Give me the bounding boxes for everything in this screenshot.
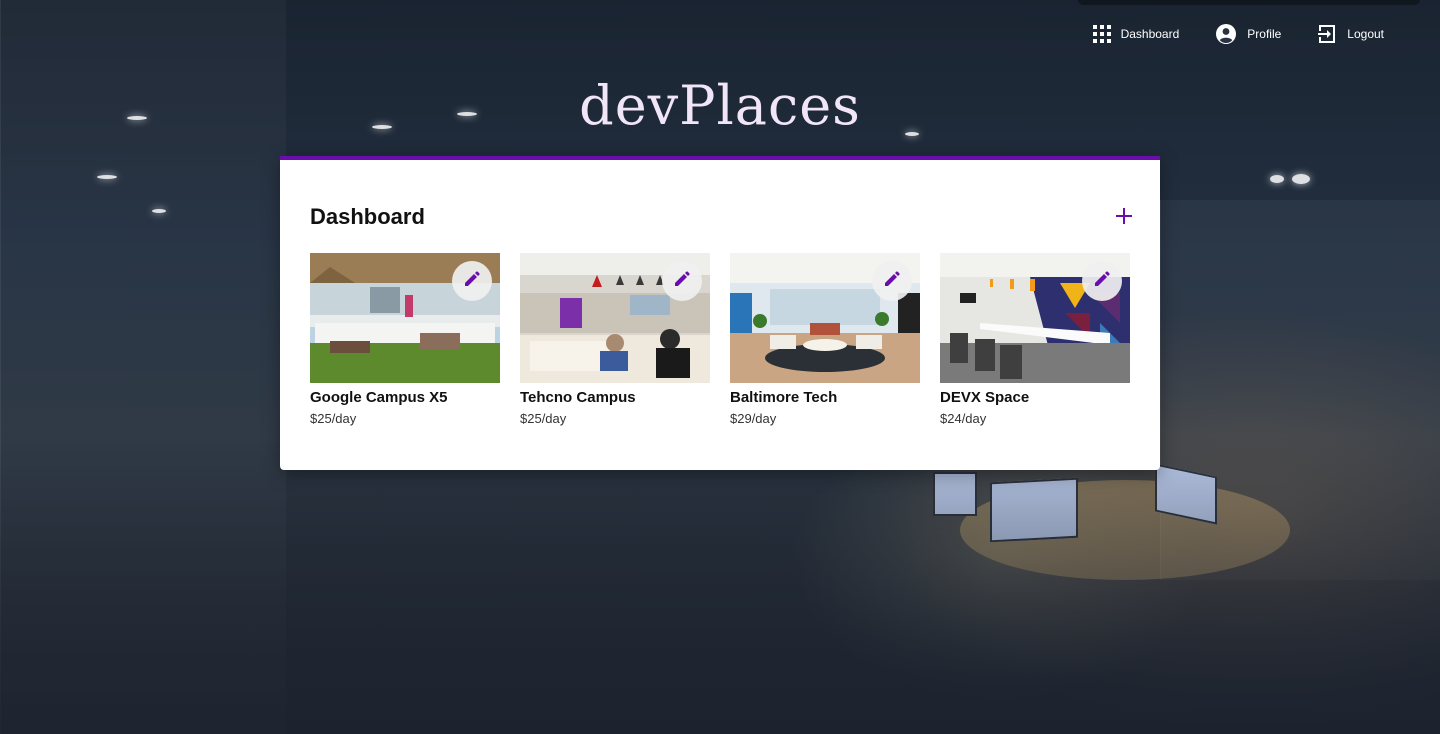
place-name: Baltimore Tech bbox=[730, 389, 838, 406]
pencil-icon bbox=[464, 270, 480, 292]
place-price: $29/day bbox=[730, 411, 777, 426]
edit-place-button[interactable] bbox=[662, 261, 702, 301]
pencil-icon bbox=[1094, 270, 1110, 292]
nav-dashboard-label: Dashboard bbox=[1120, 27, 1180, 41]
apps-grid-icon bbox=[1092, 25, 1111, 43]
pencil-icon bbox=[674, 270, 690, 292]
plus-icon bbox=[1116, 207, 1132, 229]
nav-logout-link[interactable]: Logout bbox=[1317, 24, 1384, 44]
nav-dashboard-link[interactable]: Dashboard bbox=[1092, 25, 1180, 43]
place-photo bbox=[520, 253, 710, 383]
place-photo bbox=[940, 253, 1130, 383]
top-nav: Dashboard Profile Logout bbox=[1080, 0, 1440, 68]
edit-place-button[interactable] bbox=[1082, 261, 1122, 301]
brand-title: devPlaces bbox=[579, 74, 861, 137]
add-place-button[interactable] bbox=[1110, 204, 1138, 232]
place-photo bbox=[310, 253, 500, 383]
places-list: Google Campus X5 $25/day Tehcno Campus $… bbox=[310, 253, 1130, 426]
place-name: Tehcno Campus bbox=[520, 389, 636, 406]
dashboard-title: Dashboard bbox=[310, 204, 425, 229]
place-name: Google Campus X5 bbox=[310, 389, 448, 406]
place-name: DEVX Space bbox=[940, 389, 1030, 406]
exit-to-app-icon bbox=[1317, 24, 1337, 44]
nav-profile-label: Profile bbox=[1247, 27, 1282, 41]
dashboard-card: Dashboard Google Campus X5 $25/day Tehcn… bbox=[280, 156, 1160, 470]
place-card[interactable]: Tehcno Campus $25/day bbox=[520, 253, 710, 426]
place-card[interactable]: DEVX Space $24/day bbox=[940, 253, 1130, 426]
place-card[interactable]: Baltimore Tech $29/day bbox=[730, 253, 920, 426]
nav-logout-label: Logout bbox=[1347, 27, 1384, 41]
place-price: $25/day bbox=[520, 411, 567, 426]
edit-place-button[interactable] bbox=[452, 261, 492, 301]
place-card[interactable]: Google Campus X5 $25/day bbox=[310, 253, 500, 426]
place-photo bbox=[730, 253, 920, 383]
place-price: $25/day bbox=[310, 411, 357, 426]
nav-profile-link[interactable]: Profile bbox=[1215, 23, 1281, 45]
place-price: $24/day bbox=[940, 411, 987, 426]
account-circle-icon bbox=[1215, 23, 1237, 45]
edit-place-button[interactable] bbox=[872, 261, 912, 301]
pencil-icon bbox=[884, 270, 900, 292]
